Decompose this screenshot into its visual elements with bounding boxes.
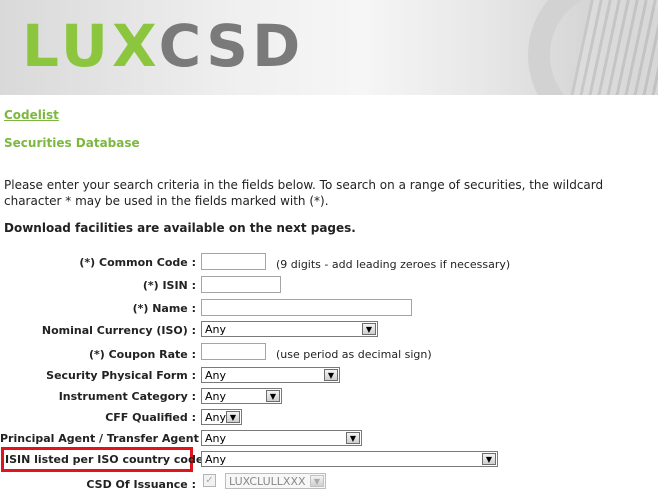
chevron-down-icon[interactable]: ▼ bbox=[324, 369, 338, 381]
coupon-rate-hint: (use period as decimal sign) bbox=[276, 348, 432, 361]
coupon-rate-input[interactable] bbox=[201, 343, 266, 360]
chevron-down-icon[interactable]: ▼ bbox=[310, 475, 324, 487]
cff-qualified-label: CFF Qualified : bbox=[105, 411, 196, 424]
isin-country-value: Any bbox=[205, 453, 227, 466]
instrument-category-label: Instrument Category : bbox=[58, 390, 196, 403]
nominal-currency-select[interactable]: Any ▼ bbox=[201, 321, 378, 337]
codelist-link[interactable]: Codelist bbox=[4, 108, 59, 122]
nominal-currency-label: Nominal Currency (ISO) : bbox=[41, 324, 196, 337]
coupon-rate-label: (*) Coupon Rate : bbox=[88, 348, 196, 361]
isin-input[interactable] bbox=[201, 276, 281, 293]
csd-issuance-checkbox[interactable]: ✓ bbox=[203, 474, 216, 487]
luxcsd-logo: LUXCSD bbox=[22, 12, 305, 80]
common-code-hint: (9 digits - add leading zeroes if necess… bbox=[276, 258, 511, 271]
isin-country-label: ISIN listed per ISO country code: bbox=[5, 453, 208, 466]
name-input[interactable] bbox=[201, 299, 412, 316]
page-title: Securities Database bbox=[4, 136, 140, 150]
download-note: Download facilities are available on the… bbox=[4, 221, 356, 235]
principal-agent-value: Any bbox=[205, 432, 227, 445]
common-code-label: (*) Common Code : bbox=[79, 256, 196, 269]
name-label: (*) Name : bbox=[132, 302, 196, 315]
csd-issuance-label: CSD Of Issuance : bbox=[86, 478, 196, 491]
intro-text: Please enter your search criteria in the… bbox=[4, 178, 604, 208]
instrument-category-select[interactable]: Any ▼ bbox=[201, 388, 282, 404]
cff-qualified-select[interactable]: Any ▼ bbox=[201, 409, 242, 425]
chevron-down-icon[interactable]: ▼ bbox=[266, 390, 280, 402]
common-code-input[interactable] bbox=[201, 253, 266, 270]
principal-agent-label: Principal Agent / Transfer Agent : bbox=[0, 432, 208, 445]
isin-label: (*) ISIN : bbox=[142, 279, 196, 292]
chevron-down-icon[interactable]: ▼ bbox=[362, 323, 376, 335]
physical-form-select[interactable]: Any ▼ bbox=[201, 367, 340, 383]
physical-form-value: Any bbox=[205, 369, 227, 382]
chevron-down-icon[interactable]: ▼ bbox=[482, 453, 496, 465]
csd-issuance-value: LUXCLULLXXX bbox=[229, 475, 306, 488]
nominal-currency-value: Any bbox=[205, 323, 227, 336]
isin-country-select[interactable]: Any ▼ bbox=[201, 451, 498, 467]
header-banner: LUXCSD bbox=[0, 0, 658, 95]
instrument-category-value: Any bbox=[205, 390, 227, 403]
chevron-down-icon[interactable]: ▼ bbox=[346, 432, 360, 444]
chevron-down-icon[interactable]: ▼ bbox=[226, 411, 240, 423]
cff-qualified-value: Any bbox=[205, 411, 227, 424]
principal-agent-select[interactable]: Any ▼ bbox=[201, 430, 362, 446]
physical-form-label: Security Physical Form : bbox=[46, 369, 196, 382]
csd-issuance-select[interactable]: LUXCLULLXXX ▼ bbox=[225, 473, 326, 489]
